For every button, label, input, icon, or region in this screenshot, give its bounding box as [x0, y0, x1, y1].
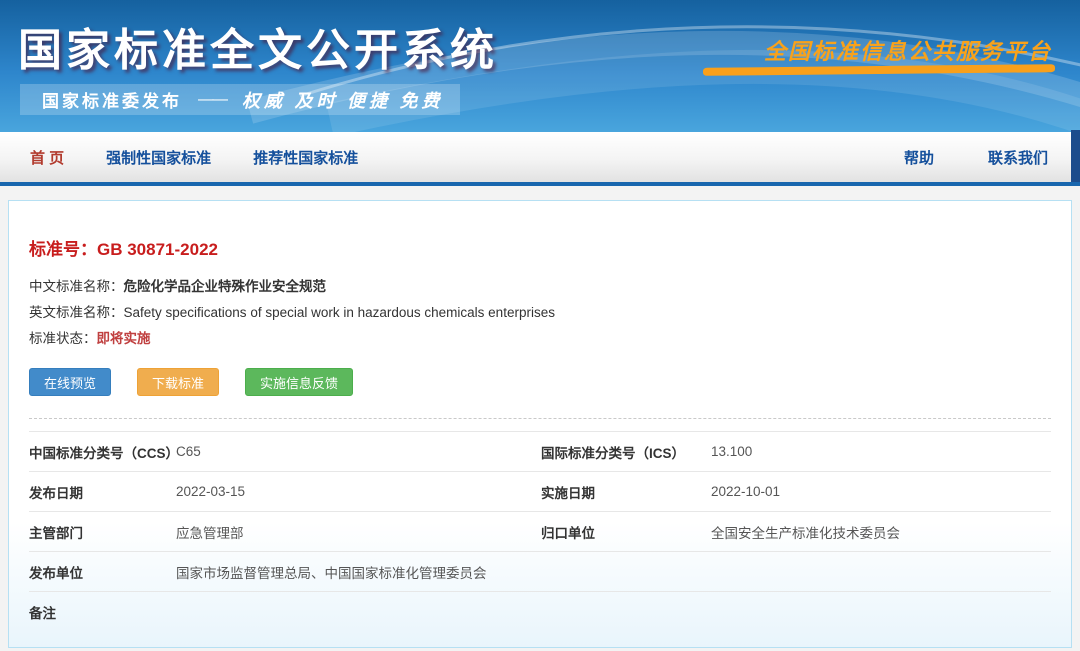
table-row: 备注	[29, 591, 1051, 631]
nav-item-mandatory-standards[interactable]: 强制性国家标准	[94, 147, 223, 168]
publish-date-value: 2022-03-15	[176, 484, 246, 499]
table-row: 中国标准分类号（CCS） C65 国际标准分类号（ICS） 13.100	[29, 431, 1051, 471]
field-english-name-label: 英文标准名称：	[29, 305, 124, 320]
standard-info-table: 中国标准分类号（CCS） C65 国际标准分类号（ICS） 13.100 发布日…	[29, 431, 1051, 631]
centralized-unit-value: 全国安全生产标准化技术委员会	[711, 525, 900, 541]
header-sub-banner: 国家标准委发布 —— 权威 及时 便捷 免费	[20, 84, 460, 115]
status-badge: 即将实施	[96, 331, 151, 346]
field-chinese-name: 中文标准名称：危险化学品企业特殊作业安全规范	[29, 274, 1051, 300]
nav-item-home[interactable]: 首 页	[18, 147, 76, 168]
remarks-label: 备注	[29, 605, 56, 621]
site-header: 国家标准全文公开系统 国家标准委发布 —— 权威 及时 便捷 免费 全国标准信息…	[0, 0, 1080, 132]
standard-detail-panel: 标准号：GB 30871-2022 中文标准名称：危险化学品企业特殊作业安全规范…	[8, 200, 1072, 648]
publish-date-label: 发布日期	[29, 485, 83, 501]
ics-label: 国际标准分类号（ICS）	[541, 445, 686, 461]
field-english-name-value: Safety specifications of special work in…	[123, 305, 555, 320]
field-status-label: 标准状态：	[29, 331, 97, 346]
field-chinese-name-label: 中文标准名称：	[29, 279, 124, 294]
standard-number-value: GB 30871-2022	[97, 240, 218, 259]
table-row: 发布日期 2022-03-15 实施日期 2022-10-01	[29, 471, 1051, 511]
field-status: 标准状态：即将实施	[29, 326, 1051, 352]
motto-text: 权威 及时 便捷 免费	[242, 90, 444, 111]
standard-fields: 中文标准名称：危险化学品企业特殊作业安全规范 英文标准名称：Safety spe…	[29, 274, 1051, 352]
right-edge-element	[1071, 130, 1080, 182]
platform-name: 全国标准信息公共服务平台	[763, 39, 1052, 64]
online-preview-button[interactable]: 在线预览	[29, 368, 112, 396]
publisher-text: 国家标准委发布	[42, 92, 182, 111]
standard-number-heading: 标准号：GB 30871-2022	[29, 235, 1051, 260]
dash-decoration: ——	[198, 90, 228, 108]
issuing-unit-value: 国家市场监督管理总局、中国国家标准化管理委员会	[176, 565, 487, 581]
ccs-value: C65	[176, 444, 201, 459]
implement-date-value: 2022-10-01	[711, 484, 781, 499]
implement-date-label: 实施日期	[541, 485, 595, 501]
centralized-unit-label: 归口单位	[541, 525, 595, 541]
action-buttons: 在线预览 下载标准 实施信息反馈	[29, 368, 1051, 396]
nav-item-help[interactable]: 帮助	[892, 147, 946, 168]
site-title: 国家标准全文公开系统	[18, 26, 498, 75]
ics-value: 13.100	[711, 444, 753, 459]
competent-department-value: 应急管理部	[176, 525, 244, 541]
implementation-feedback-button[interactable]: 实施信息反馈	[245, 368, 354, 396]
competent-department-label: 主管部门	[29, 525, 83, 541]
standard-number-label: 标准号：	[29, 240, 97, 259]
field-chinese-name-value: 危险化学品企业特殊作业安全规范	[123, 279, 327, 294]
nav-right-group: 帮助 联系我们	[862, 147, 1060, 168]
download-standard-button[interactable]: 下载标准	[137, 368, 220, 396]
issuing-unit-label: 发布单位	[29, 565, 83, 581]
table-row: 主管部门 应急管理部 归口单位 全国安全生产标准化技术委员会	[29, 511, 1051, 551]
table-row: 发布单位 国家市场监督管理总局、中国国家标准化管理委员会	[29, 551, 1051, 591]
ccs-label: 中国标准分类号（CCS）	[29, 445, 180, 461]
nav-item-recommended-standards[interactable]: 推荐性国家标准	[241, 147, 370, 168]
main-nav: 首 页 强制性国家标准 推荐性国家标准 帮助 联系我们	[0, 130, 1080, 186]
dashed-divider	[29, 418, 1051, 419]
nav-left-group: 首 页 强制性国家标准 推荐性国家标准	[0, 147, 370, 168]
field-english-name: 英文标准名称：Safety specifications of special …	[29, 300, 1051, 326]
nav-item-contact-us[interactable]: 联系我们	[976, 147, 1060, 168]
